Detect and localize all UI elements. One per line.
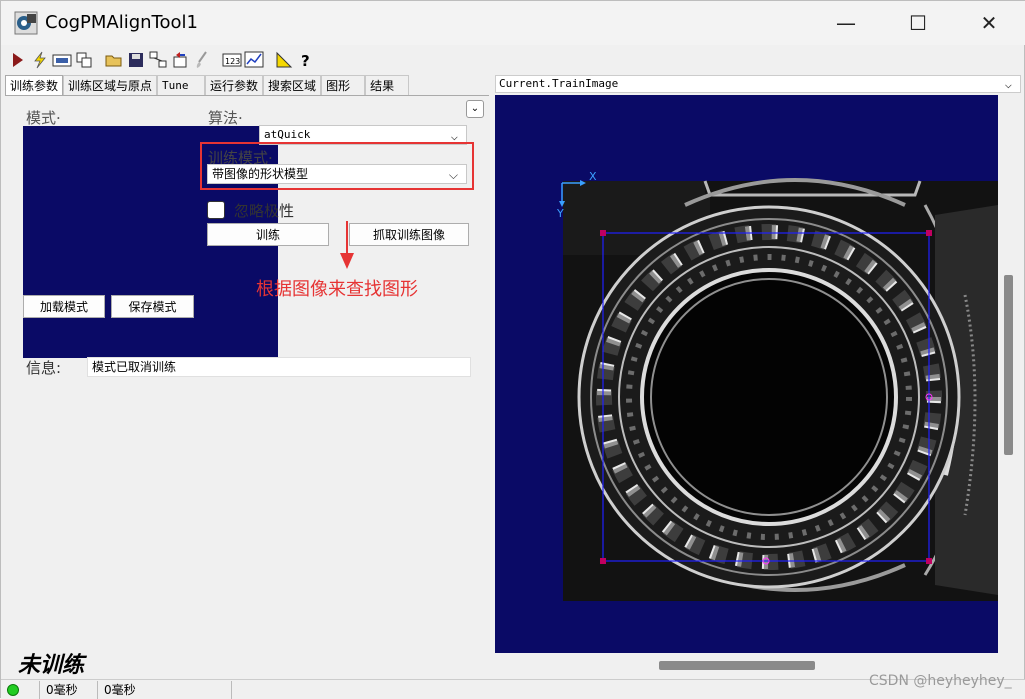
csdn-watermark: CSDN @heyheyhey_	[869, 673, 1012, 689]
svg-text:?: ?	[301, 52, 310, 69]
info-label: 信息:	[26, 359, 62, 377]
graph-icon[interactable]	[243, 49, 265, 71]
tab-tune[interactable]: Tune	[157, 75, 206, 95]
window-title: CogPMAlignTool1	[45, 12, 198, 33]
save-pattern-button[interactable]: 保存模式	[111, 295, 194, 318]
tab-bar: 训练参数 训练区域与原点 Tune 运行参数 搜索区域 图形 结果	[5, 75, 410, 95]
save-icon[interactable]	[125, 49, 147, 71]
numbers-icon[interactable]: 123	[221, 49, 243, 71]
maximize-button[interactable]: ☐	[883, 1, 953, 45]
arrow-annotation-icon	[340, 221, 354, 269]
run-icon[interactable]	[7, 49, 29, 71]
y-axis-label: Y	[556, 207, 564, 220]
tab-train-region[interactable]: 训练区域与原点	[63, 75, 158, 95]
image-source-select[interactable]: Current.TrainImage ⌵	[495, 75, 1021, 93]
vertical-scrollbar[interactable]	[1001, 95, 1015, 653]
status-led-icon	[7, 684, 19, 696]
tab-train-params[interactable]: 训练参数	[5, 75, 64, 95]
lightning-icon[interactable]	[29, 49, 51, 71]
load-pattern-button[interactable]: 加载模式	[23, 295, 105, 318]
x-axis-label: X	[589, 170, 597, 183]
grab-train-image-button[interactable]: 抓取训练图像	[349, 223, 469, 246]
chevron-down-icon[interactable]: ⌄	[466, 100, 484, 118]
tab-search-region[interactable]: 搜索区域	[263, 75, 322, 95]
title-bar: CogPMAlignTool1 — ☐ ✕	[1, 1, 1025, 45]
open-folder-icon[interactable]	[103, 49, 125, 71]
app-window: CogPMAlignTool1 — ☐ ✕ 123 ? 训练参数 训练区域与原点…	[0, 0, 1025, 699]
ruler-icon[interactable]	[273, 49, 295, 71]
brush-icon[interactable]	[191, 49, 213, 71]
image-grab-icon[interactable]	[51, 49, 73, 71]
pattern-label: 模式·	[26, 109, 61, 127]
train-image-canvas: X Y	[556, 170, 998, 601]
toolbar: 123 ?	[1, 47, 1025, 73]
chevron-down-icon: ⌵	[1004, 77, 1012, 91]
train-status-text: 未训练	[18, 652, 85, 678]
tab-results[interactable]: 结果	[365, 75, 410, 95]
tab-graphics[interactable]: 图形	[321, 75, 366, 95]
tab-run-params[interactable]: 运行参数	[205, 75, 264, 95]
ignore-polarity-checkbox[interactable]	[207, 201, 225, 219]
ignore-polarity-label: 忽略极性	[234, 202, 295, 220]
horizontal-scrollbar[interactable]	[495, 657, 998, 671]
close-button[interactable]: ✕	[954, 1, 1024, 45]
elapsed-time-1: 0毫秒	[39, 681, 97, 699]
vertical-scroll-thumb[interactable]	[1004, 275, 1013, 455]
horizontal-scroll-thumb[interactable]	[659, 661, 815, 670]
reset-icon[interactable]	[169, 49, 191, 71]
annotation-text: 根据图像来查找图形	[256, 279, 418, 300]
info-field: 模式已取消训练	[87, 357, 471, 377]
image-display[interactable]: X Y	[495, 95, 998, 653]
train-button[interactable]: 训练	[207, 223, 329, 246]
minimize-button[interactable]: —	[811, 1, 881, 45]
network-icon[interactable]	[147, 49, 169, 71]
highlight-box	[200, 142, 474, 190]
help-icon[interactable]: ?	[295, 49, 317, 71]
image-source-value: Current.TrainImage	[499, 77, 619, 90]
algorithm-label: 算法·	[208, 109, 243, 127]
svg-text:123: 123	[225, 57, 240, 66]
image-panel: Current.TrainImage ⌵ X Y	[495, 75, 1021, 679]
algorithm-value: atQuick	[264, 128, 311, 141]
copy-icon[interactable]	[73, 49, 95, 71]
elapsed-time-2: 0毫秒	[97, 681, 231, 699]
cognex-app-icon	[14, 11, 38, 35]
